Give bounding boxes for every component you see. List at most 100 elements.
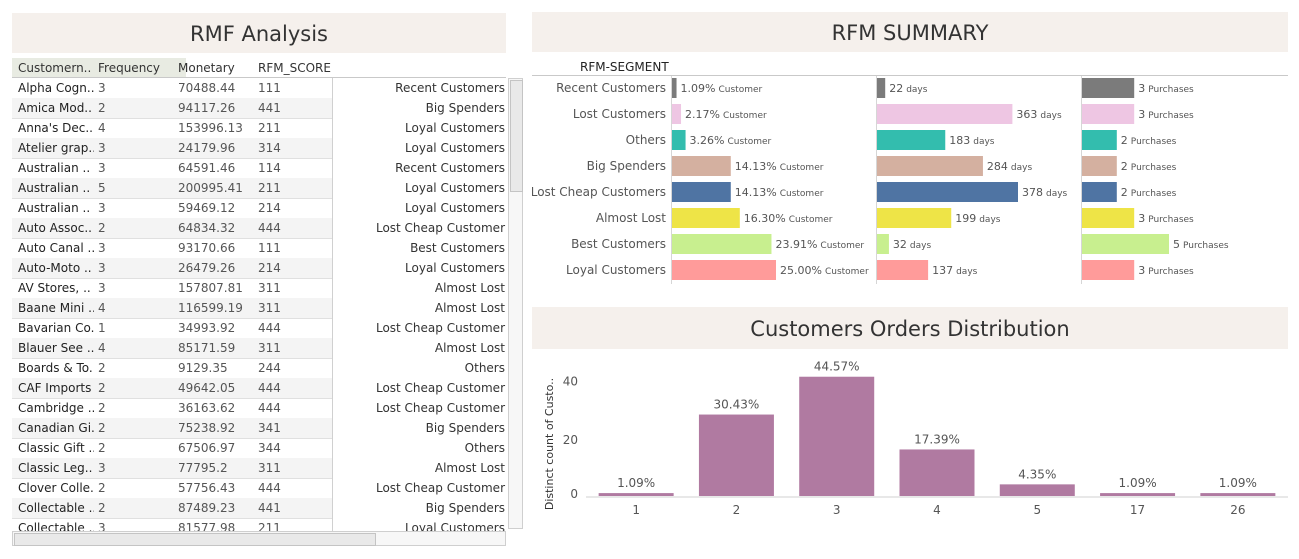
rfm-bar-days [877, 130, 946, 150]
table-row[interactable]: Classic Leg.. 3 77795.2 311 Almost Lost [12, 458, 506, 479]
segment-label: Lost Cheap Customer [375, 481, 505, 495]
distribution-bar [1100, 493, 1176, 496]
segment-label: Big Spenders [425, 101, 505, 115]
segment-label: Loyal Customers [566, 263, 666, 277]
rfm-value: 32 [893, 238, 907, 251]
customer-name-cell: Anna's Dec.. [18, 121, 93, 135]
rfm-unit: days [956, 267, 978, 277]
table-row[interactable]: Australian .. 3 59469.12 214 Loyal Customers [12, 198, 506, 219]
rfm-score-cell: 444 [258, 481, 281, 495]
rfm-value: 3 [1138, 264, 1145, 277]
segment-cell: Loyal Customers [332, 178, 506, 198]
rfm-unit: Customer [780, 189, 824, 199]
rfm-value-label: 1.09% Customer [681, 82, 763, 95]
table-row[interactable]: Atelier grap.. 3 24179.96 314 Loyal Customer… [12, 138, 506, 159]
distribution-bar [799, 376, 875, 496]
rfm-unit: days [906, 85, 928, 95]
rfm-value-label: 137 days [932, 264, 978, 277]
rfm-value: 14.13% [735, 160, 777, 173]
column-header-customer[interactable]: Customern.. [18, 61, 91, 75]
rfm-bar-customer [672, 182, 731, 202]
segment-cell: Lost Cheap Customer [332, 318, 506, 338]
bar-percent-label: 1.09% [1119, 476, 1157, 490]
column-header-rfm-score[interactable]: RFM_SCORE [258, 61, 331, 75]
rfm-bar-days [877, 78, 886, 98]
rfm-unit: Purchases [1183, 241, 1229, 251]
table-row[interactable]: Auto-Moto .. 3 26479.26 214 Loyal Customers [12, 258, 506, 279]
table-row[interactable]: Cambridge .. 2 36163.62 444 Lost Cheap Custo… [12, 398, 506, 419]
table-row[interactable]: CAF Imports 2 49642.05 444 Lost Cheap Custom… [12, 378, 506, 399]
x-tick-label: 26 [1230, 503, 1245, 517]
customer-name-cell: Classic Gift .. [18, 441, 94, 455]
segment-label: Lost Cheap Customer [375, 381, 505, 395]
table-row[interactable]: Bavarian Co.. 1 34993.92 444 Lost Cheap Cust… [12, 318, 506, 339]
table-row[interactable]: Blauer See .. 4 85171.59 311 Almost Lost [12, 338, 506, 359]
rfm-bar-days [877, 156, 983, 176]
segment-label: Lost Cheap Customers [532, 185, 666, 199]
horizontal-scrollbar[interactable] [12, 531, 506, 546]
customer-name-cell: Australian .. [18, 161, 91, 175]
segment-cell: Others [332, 358, 506, 378]
rfm-value: 14.13% [735, 186, 777, 199]
table-row[interactable]: Alpha Cogn.. 3 70488.44 111 Recent Customers [12, 78, 506, 99]
vertical-scrollbar[interactable] [508, 78, 523, 529]
segment-label: Best Customers [571, 237, 666, 251]
table-row[interactable]: Baane Mini .. 4 116599.19 311 Almost Lost [12, 298, 506, 319]
orders-distribution-title: Customers Orders Distribution [532, 307, 1288, 349]
table-row[interactable]: Collectable .. 2 87489.23 441 Big Spenders [12, 498, 506, 519]
rfm-value-label: 16.30% Customer [744, 212, 833, 225]
table-row[interactable]: Boards & To.. 2 9129.35 244 Others [12, 358, 506, 379]
customer-name-cell: Auto Assoc.. [18, 221, 92, 235]
bar-percent-label: 30.43% [714, 398, 760, 412]
table-row[interactable]: Auto Assoc.. 2 64834.32 444 Lost Cheap Custo… [12, 218, 506, 239]
distribution-bar [899, 449, 975, 496]
rfm-unit: Customer [728, 137, 772, 147]
rfm-bar-purchases [1082, 260, 1135, 280]
monetary-cell: 24179.96 [178, 141, 236, 155]
table-row[interactable]: Classic Gift .. 2 67506.97 344 Others [12, 438, 506, 459]
distribution-bar [999, 484, 1075, 496]
rfm-bar-purchases [1082, 208, 1135, 228]
table-row[interactable]: Anna's Dec.. 4 153996.13 211 Loyal Customers [12, 118, 506, 139]
table-row[interactable]: Australian .. 3 64591.46 114 Recent Customer… [12, 158, 506, 179]
frequency-cell: 3 [98, 281, 106, 295]
segment-label: Recent Customers [395, 81, 505, 95]
column-header-frequency[interactable]: Frequency [98, 61, 160, 75]
rfm-bar-days [877, 234, 889, 254]
rfm-value-label: 2 Purchases [1121, 134, 1177, 147]
rfm-score-cell: 214 [258, 201, 281, 215]
segment-label: Lost Cheap Customer [375, 221, 505, 235]
vertical-scroll-thumb[interactable] [510, 80, 523, 192]
rfm-bar-purchases [1082, 182, 1117, 202]
horizontal-scroll-thumb[interactable] [14, 533, 376, 546]
rfm-score-cell: 244 [258, 361, 281, 375]
rfm-value: 2 [1121, 186, 1128, 199]
rfm-unit: Customer [825, 267, 869, 277]
orders-distribution-chart: Distinct count of Custo.. 0 20 40 1.09% 1 30.4… [543, 360, 1288, 517]
rfm-unit: days [1011, 163, 1033, 173]
rfm-bar-days [877, 208, 952, 228]
table-row[interactable]: Auto Canal .. 3 93170.66 111 Best Customers [12, 238, 506, 259]
frequency-cell: 3 [98, 461, 106, 475]
rfm-unit: days [979, 215, 1001, 225]
rfm-unit: Purchases [1131, 189, 1177, 199]
rfm-value-label: 25.00% Customer [780, 264, 869, 277]
rfm-value: 16.30% [744, 212, 786, 225]
table-row[interactable]: Canadian Gi.. 2 75238.92 341 Big Spenders [12, 418, 506, 439]
rfm-score-cell: 444 [258, 221, 281, 235]
table-row[interactable]: AV Stores, .. 3 157807.81 311 Almost Lost [12, 278, 506, 299]
segment-label: Loyal Customers [405, 121, 505, 135]
table-row[interactable]: Amica Mod.. 2 94117.26 441 Big Spenders [12, 98, 506, 119]
column-header-monetary[interactable]: Monetary [178, 61, 235, 75]
frequency-cell: 3 [98, 161, 106, 175]
table-row[interactable]: Australian .. 5 200995.41 211 Loyal Customer… [12, 178, 506, 199]
rfm-value-label: 378 days [1022, 186, 1068, 199]
customer-name-cell: Canadian Gi.. [18, 421, 94, 435]
table-row[interactable]: Clover Colle.. 2 57756.43 444 Lost Cheap Cus… [12, 478, 506, 499]
rfm-value: 2.17% [685, 108, 720, 121]
rfm-bar-customer [672, 208, 740, 228]
rfm-unit: Purchases [1148, 85, 1194, 95]
frequency-cell: 3 [98, 141, 106, 155]
monetary-cell: 36163.62 [178, 401, 236, 415]
rfm-score-cell: 114 [258, 161, 281, 175]
